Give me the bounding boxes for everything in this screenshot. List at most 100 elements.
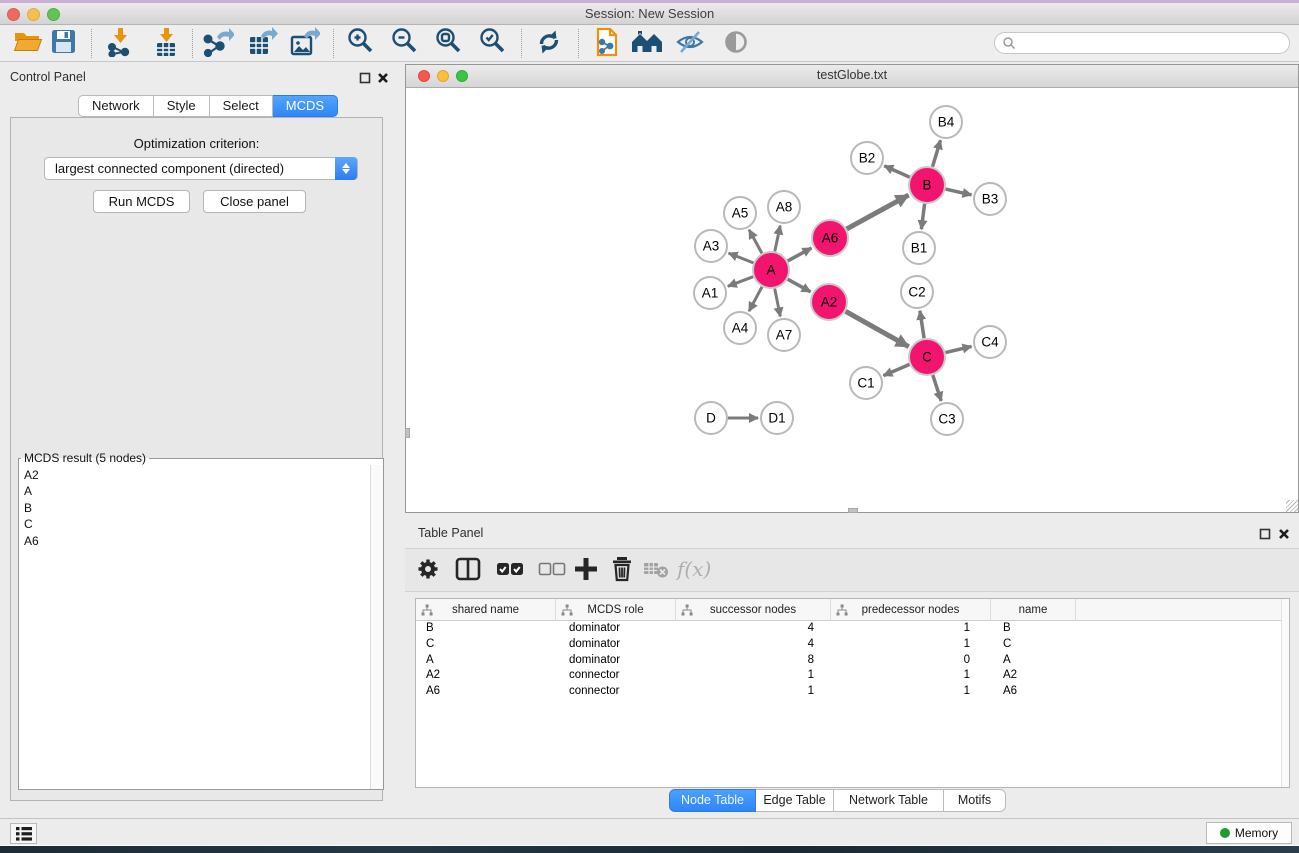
network-hscroll-thumb[interactable] [848, 508, 858, 513]
toolbar-separator [333, 29, 334, 58]
network-zoom-button[interactable] [456, 70, 468, 82]
network-minimize-button[interactable] [437, 70, 449, 82]
node-B3[interactable]: B3 [974, 183, 1006, 215]
column-header-MCDS-role[interactable]: MCDS role [556, 599, 676, 621]
column-header-shared-name[interactable]: shared name [416, 599, 556, 621]
node-B1[interactable]: B1 [903, 232, 935, 264]
table-cell: connector [556, 684, 676, 700]
tab-node-table[interactable]: Node Table [669, 789, 756, 812]
export-network-button[interactable] [201, 28, 235, 60]
add-column-button[interactable] [571, 557, 601, 585]
svg-text:C: C [922, 350, 932, 365]
memory-button[interactable]: Memory [1206, 822, 1292, 844]
network-close-button[interactable] [418, 70, 430, 82]
table-row[interactable]: Adominator80A [416, 653, 1289, 669]
column-header-successor-nodes[interactable]: successor nodes [676, 599, 831, 621]
node-A6[interactable]: A6 [812, 220, 848, 256]
refresh-layout-button[interactable] [532, 28, 566, 60]
tab-network[interactable]: Network [78, 95, 154, 117]
table-row[interactable]: Bdominator41B [416, 621, 1289, 637]
network-canvas[interactable]: A A1 A2 A3 A4 A5 A6 A7 A8 B B1 B2 B3 B4 C C1 C2 C3 C4 D D1 [406, 88, 1298, 512]
settings-gear-button[interactable] [413, 557, 443, 585]
node-B4[interactable]: B4 [930, 106, 962, 138]
node-A5[interactable]: A5 [724, 197, 756, 229]
tab-edge-table[interactable]: Edge Table [756, 789, 834, 812]
result-scrollbar[interactable] [370, 465, 383, 789]
open-folder-button[interactable] [11, 28, 45, 60]
float-panel-icon[interactable] [359, 72, 371, 84]
zoom-out-icon [391, 27, 420, 61]
node-C1[interactable]: C1 [850, 367, 882, 399]
node-A7[interactable]: A7 [768, 319, 800, 351]
delete-column-button[interactable] [607, 557, 637, 585]
search-field[interactable] [994, 32, 1290, 54]
export-table-button[interactable] [245, 28, 279, 60]
clone-network-icon [592, 27, 620, 62]
close-panel-button[interactable]: Close panel [203, 190, 306, 213]
zoom-selected-button[interactable] [476, 28, 510, 60]
select-all-button[interactable] [495, 557, 525, 585]
mcds-result-list[interactable]: A2ABCA6 [19, 465, 370, 789]
node-B2[interactable]: B2 [851, 142, 883, 174]
hide-eye-button[interactable] [673, 28, 707, 60]
criterion-dropdown[interactable]: largest connected component (directed) [44, 157, 358, 180]
zoom-out-button[interactable] [388, 28, 422, 60]
import-table-button[interactable] [149, 28, 183, 60]
mcds-result-item[interactable]: B [24, 500, 370, 516]
search-input[interactable] [1016, 36, 1289, 50]
edge-A-A8 [775, 226, 780, 252]
table-row[interactable]: Cdominator41C [416, 637, 1289, 653]
node-C3[interactable]: C3 [931, 403, 963, 435]
zoom-fit-icon [435, 27, 464, 61]
table-scrollbar[interactable] [1281, 599, 1289, 787]
minimize-window-button[interactable] [27, 8, 40, 21]
save-button[interactable] [46, 28, 80, 60]
network-resize-grip[interactable] [1286, 500, 1298, 512]
node-C[interactable]: C [909, 339, 945, 375]
node-D1[interactable]: D1 [761, 402, 793, 434]
column-header-name[interactable]: name [991, 599, 1076, 621]
home-button[interactable] [630, 28, 664, 60]
mcds-result-item[interactable]: C [24, 516, 370, 532]
zoom-fit-button[interactable] [432, 28, 466, 60]
session-title: Session: New Session [0, 3, 1299, 24]
node-A3[interactable]: A3 [695, 230, 727, 262]
clone-network-button[interactable] [589, 28, 623, 60]
float-table-panel-icon[interactable] [1259, 528, 1271, 540]
split-panel-button[interactable] [453, 557, 483, 585]
table-row[interactable]: A6connector11A6 [416, 684, 1289, 700]
column-header-predecessor-nodes[interactable]: predecessor nodes [831, 599, 991, 621]
tab-network-table[interactable]: Network Table [834, 789, 944, 812]
tab-select[interactable]: Select [210, 95, 273, 117]
run-mcds-button[interactable]: Run MCDS [93, 190, 190, 213]
zoom-in-button[interactable] [344, 28, 378, 60]
node-A8[interactable]: A8 [768, 191, 800, 223]
zoom-window-button[interactable] [47, 8, 60, 21]
task-history-button[interactable] [10, 823, 37, 844]
show-eye-button[interactable] [719, 28, 753, 60]
export-image-button[interactable] [287, 28, 321, 60]
node-A1[interactable]: A1 [694, 277, 726, 309]
deselect-all-button[interactable] [537, 557, 567, 585]
network-vscroll-thumb[interactable] [405, 428, 410, 438]
node-C4[interactable]: C4 [974, 326, 1006, 358]
node-A4[interactable]: A4 [724, 312, 756, 344]
tab-motifs[interactable]: Motifs [944, 789, 1006, 812]
mcds-result-item[interactable]: A [24, 483, 370, 499]
mcds-result-item[interactable]: A2 [24, 467, 370, 483]
table-panel: Table Panel f(x) shared nameMCDS rolesuc… [405, 520, 1299, 816]
node-D[interactable]: D [695, 402, 727, 434]
close-window-button[interactable] [7, 8, 20, 21]
node-C2[interactable]: C2 [901, 276, 933, 308]
node-A2[interactable]: A2 [811, 284, 847, 320]
tab-mcds[interactable]: MCDS [273, 95, 338, 117]
table-cell: dominator [556, 621, 676, 637]
table-row[interactable]: A2connector11A2 [416, 668, 1289, 684]
close-panel-icon[interactable] [377, 72, 389, 84]
close-table-panel-icon[interactable] [1278, 528, 1290, 540]
node-B[interactable]: B [909, 167, 945, 203]
import-network-button[interactable] [103, 28, 137, 60]
node-A[interactable]: A [753, 252, 789, 288]
mcds-result-item[interactable]: A6 [24, 533, 370, 549]
tab-style[interactable]: Style [154, 95, 210, 117]
